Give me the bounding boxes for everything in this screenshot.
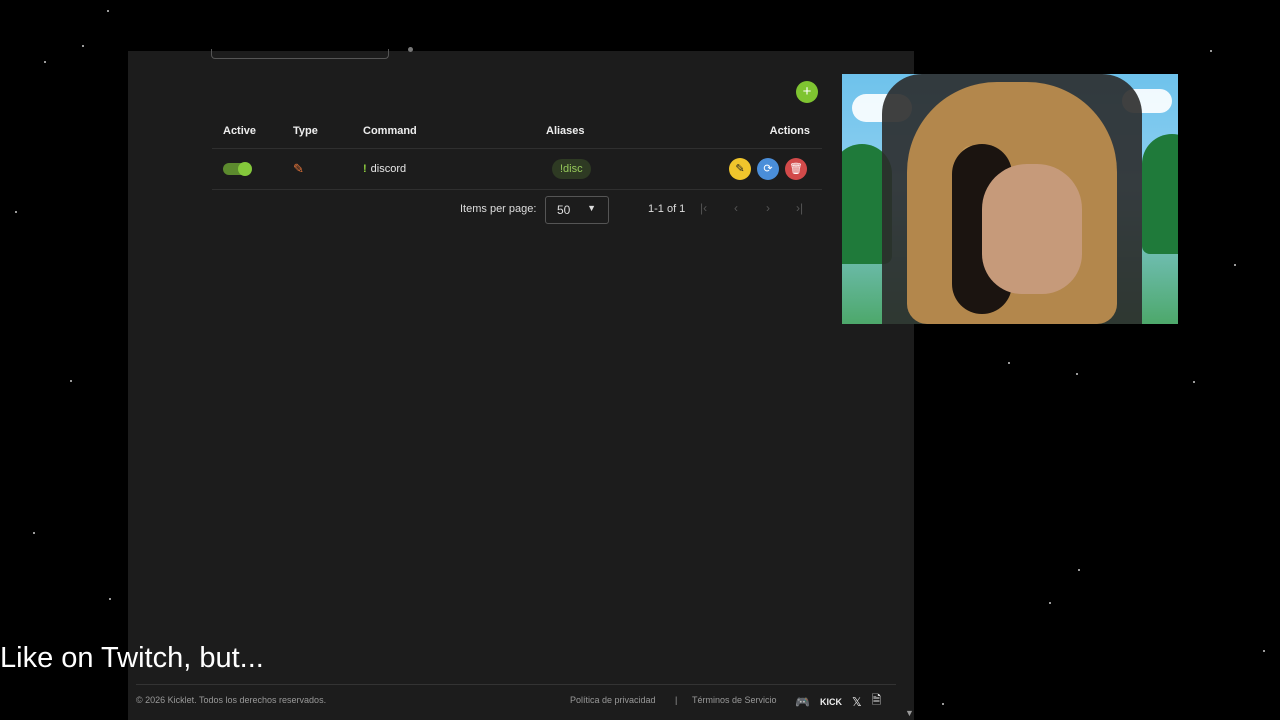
pencil-icon: ✎ [293,161,304,176]
header-active: Active [223,125,257,137]
add-command-button[interactable]: + [796,81,818,103]
caret-down-icon: ▼ [587,203,596,213]
alias-chip: !disc [552,159,591,179]
pagination: Items per page: 50 ▼ 1-1 of 1 |‹ ‹ › ›| [212,196,822,224]
kick-icon[interactable]: KICK [820,697,842,707]
alias-cell: !disc [546,159,591,179]
command-name: discord [370,163,407,175]
first-page-icon[interactable]: |‹ [700,201,707,215]
items-per-page-label: Items per page: [460,203,537,215]
header-actions: Actions [769,125,810,137]
social-links: 🎮 KICK 𝕏 🗎 [795,691,881,712]
delete-button[interactable]: 🗑 [785,158,807,180]
prev-page-icon[interactable]: ‹ [734,201,738,215]
active-toggle[interactable] [223,162,252,176]
header-command: Command [363,125,417,137]
command-cell: ! discord [363,163,406,175]
table-row: ✎ ! discord !disc ✎ ⟳ 🗑 [212,149,822,190]
refresh-button[interactable]: ⟳ [757,158,779,180]
edit-button[interactable]: ✎ [729,158,751,180]
webcam-overlay [842,74,1178,324]
page-range: 1-1 of 1 [648,203,686,215]
commands-table: Active Type Command Aliases Actions ✎ ! d… [212,114,822,190]
privacy-link[interactable]: Política de privacidad [570,695,656,705]
commands-panel: + Active Type Command Aliases Actions ✎ … [128,47,914,720]
items-per-page-select[interactable]: 50 ▼ [545,196,609,224]
document-icon[interactable]: 🗎 [872,691,882,712]
header-type: Type [293,125,318,137]
header-aliases: Aliases [546,125,585,137]
footer: © 2026 Kicklet. Todos los derechos reser… [136,684,896,715]
discord-icon[interactable]: 🎮 [795,695,810,709]
trash-icon: 🗑 [789,163,803,175]
plus-icon: + [802,83,812,100]
search-input[interactable] [211,49,389,59]
scroll-down-icon[interactable]: ▼ [905,708,914,718]
face [982,164,1082,294]
footer-separator: | [675,695,678,705]
search-dot-icon [408,47,413,52]
row-actions: ✎ ⟳ 🗑 [729,158,807,180]
edit-pencil-icon: ✎ [735,163,745,175]
items-per-page-value: 50 [557,203,571,217]
x-icon[interactable]: 𝕏 [852,695,862,709]
refresh-icon: ⟳ [763,163,773,175]
next-page-icon[interactable]: › [766,201,770,215]
last-page-icon[interactable]: ›| [796,201,803,215]
copyright-text: © 2026 Kicklet. Todos los derechos reser… [136,695,327,705]
command-prefix: ! [363,163,367,175]
overlay-caption: Like on Twitch, but... [0,642,264,674]
table-header: Active Type Command Aliases Actions [212,114,822,149]
terms-link[interactable]: Términos de Servicio [692,695,777,705]
